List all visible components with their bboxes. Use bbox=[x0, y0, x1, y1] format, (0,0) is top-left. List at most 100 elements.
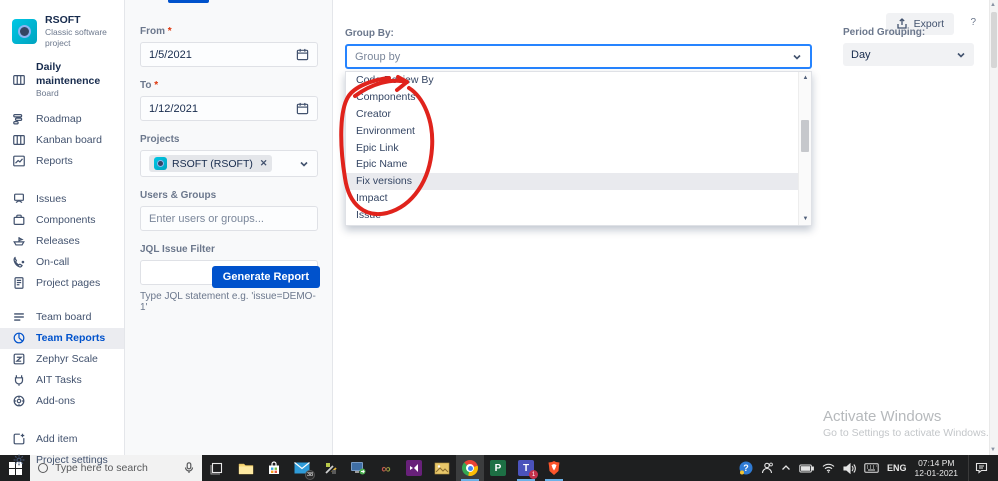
workspace: RSOFT Classic software project Daily mai… bbox=[0, 0, 998, 466]
admin-tools-icon[interactable] bbox=[316, 455, 344, 481]
gear-icon bbox=[13, 454, 25, 466]
dropdown-option[interactable]: Epic Name bbox=[346, 156, 811, 173]
projects-select[interactable]: RSOFT (RSOFT) ✕ bbox=[140, 150, 318, 177]
page-scrollbar[interactable]: ▲ ▼ bbox=[989, 0, 998, 455]
zephyr-scale-icon bbox=[13, 353, 25, 365]
sidebar-item-roadmap[interactable]: Roadmap bbox=[0, 109, 124, 130]
sidebar-item-team-reports[interactable]: Team Reports bbox=[0, 327, 124, 349]
dropdown-option[interactable]: Code Review By bbox=[346, 72, 811, 89]
mail-icon[interactable]: 38 bbox=[288, 455, 316, 481]
sidebar-item-add-ons[interactable]: Add-ons bbox=[0, 391, 124, 412]
dropdown-option[interactable]: Components bbox=[346, 89, 811, 106]
project-chip-label: RSOFT (RSOFT) bbox=[172, 157, 253, 170]
activate-windows-watermark: Activate Windows Go to Settings to activ… bbox=[823, 408, 989, 439]
sidebar-item-ait-tasks[interactable]: AIT Tasks bbox=[0, 370, 124, 391]
sidebar-item-label: Reports bbox=[36, 155, 73, 168]
dropdown-option[interactable]: Issue Type bbox=[346, 223, 811, 225]
dropdown-option[interactable]: Environment bbox=[346, 122, 811, 139]
microsoft-store-icon[interactable] bbox=[260, 455, 288, 481]
sidebar-item-on-call[interactable]: On-call bbox=[0, 252, 124, 273]
teams-icon[interactable]: T 1 bbox=[512, 455, 540, 481]
pages-icon bbox=[14, 277, 24, 289]
tray-date: 12-01-2021 bbox=[914, 468, 958, 478]
period-grouping-select[interactable]: Day bbox=[843, 43, 974, 66]
users-groups-field[interactable] bbox=[140, 206, 318, 231]
picture-icon bbox=[434, 462, 450, 474]
generate-report-button[interactable]: Generate Report bbox=[211, 266, 320, 288]
sidebar-item-project-settings[interactable]: Project settings bbox=[0, 450, 124, 471]
sidebar: RSOFT Classic software project Daily mai… bbox=[0, 0, 125, 466]
dropdown-option[interactable]: Issue bbox=[346, 206, 811, 223]
project-avatar bbox=[12, 18, 37, 44]
sidebar-item-issues[interactable]: Issues bbox=[0, 189, 124, 210]
scrollbar-thumb[interactable] bbox=[991, 12, 997, 68]
group-by-select[interactable]: Group by bbox=[345, 44, 812, 69]
sidebar-item-add-item[interactable]: Add item bbox=[0, 429, 124, 450]
sidebar-item-label: Releases bbox=[36, 235, 80, 248]
chrome-icon[interactable] bbox=[456, 455, 484, 481]
group-by-placeholder: Group by bbox=[355, 50, 401, 63]
sidebar-item-components[interactable]: Components bbox=[0, 210, 124, 231]
project-header: RSOFT Classic software project bbox=[0, 12, 124, 56]
board-icon bbox=[13, 74, 25, 85]
watermark-subtitle: Go to Settings to activate Windows. bbox=[823, 427, 989, 439]
dropdown-option-hovered[interactable]: Fix versions bbox=[346, 172, 811, 190]
battery-icon[interactable] bbox=[799, 464, 814, 473]
visual-studio-icon[interactable] bbox=[400, 455, 428, 481]
dropdown-scrollbar[interactable]: ▲ ▼ bbox=[798, 72, 811, 225]
touch-keyboard-icon[interactable] bbox=[864, 463, 879, 473]
chevron-down-icon[interactable] bbox=[299, 159, 309, 169]
photos-icon[interactable] bbox=[428, 455, 456, 481]
roadmap-icon bbox=[13, 114, 23, 125]
action-center-button[interactable] bbox=[968, 455, 994, 481]
sidebar-item-label: Components bbox=[36, 214, 96, 227]
remote-desktop-icon[interactable] bbox=[344, 455, 372, 481]
scroll-up-icon[interactable]: ▲ bbox=[989, 2, 997, 8]
volume-icon[interactable] bbox=[843, 462, 856, 474]
scroll-up-icon[interactable]: ▲ bbox=[799, 72, 811, 84]
users-groups-label: Users & Groups bbox=[140, 190, 217, 201]
users-groups-input[interactable] bbox=[149, 212, 309, 225]
sidebar-group-apps: Team board Team Reports Zephyr Scale AIT… bbox=[0, 307, 124, 412]
ms-project-icon[interactable]: P bbox=[484, 455, 512, 481]
sidebar-item-label: Issues bbox=[36, 193, 67, 206]
sidebar-item-kanban-board[interactable]: Kanban board bbox=[0, 130, 124, 151]
task-view-button[interactable] bbox=[202, 455, 232, 481]
scrollbar-thumb[interactable] bbox=[801, 120, 809, 152]
sidebar-item-project-pages[interactable]: Project pages bbox=[0, 273, 124, 294]
file-explorer-icon[interactable] bbox=[232, 455, 260, 481]
brave-icon[interactable] bbox=[540, 455, 568, 481]
infinity-app-icon[interactable]: ∞ bbox=[372, 455, 400, 481]
sidebar-item-releases[interactable]: Releases bbox=[0, 231, 124, 252]
remove-chip-icon[interactable]: ✕ bbox=[260, 158, 268, 169]
addons-icon bbox=[13, 395, 25, 407]
hidden-icons-chevron[interactable] bbox=[781, 464, 791, 472]
chevron-down-icon bbox=[957, 52, 965, 58]
calendar-icon[interactable] bbox=[296, 102, 309, 115]
jql-hint: Type JQL statement e.g. 'issue=DEMO-1' bbox=[140, 291, 316, 313]
sidebar-item-reports[interactable]: Reports bbox=[0, 151, 124, 172]
scroll-down-icon[interactable]: ▼ bbox=[799, 213, 811, 225]
calendar-icon[interactable] bbox=[296, 48, 309, 61]
from-date-field[interactable]: 1/5/2021 bbox=[140, 42, 318, 67]
language-indicator[interactable]: ENG bbox=[887, 463, 907, 473]
scroll-down-icon[interactable]: ▼ bbox=[989, 447, 997, 453]
dropdown-option[interactable]: Impact bbox=[346, 190, 811, 207]
svg-text:?: ? bbox=[743, 463, 749, 473]
dropdown-option[interactable]: Epic Link bbox=[346, 139, 811, 156]
wifi-icon[interactable] bbox=[822, 463, 835, 473]
sidebar-group-board: Roadmap Kanban board Reports bbox=[0, 109, 124, 172]
help-icon[interactable]: ? bbox=[739, 461, 753, 475]
board-switcher[interactable]: Daily maintenence Board bbox=[0, 56, 124, 104]
plug-icon bbox=[14, 375, 24, 386]
clock[interactable]: 07:14 PM 12-01-2021 bbox=[915, 458, 958, 478]
to-date-field[interactable]: 1/12/2021 bbox=[140, 96, 318, 121]
sidebar-item-team-board[interactable]: Team board bbox=[0, 307, 124, 328]
infinity-glyph: ∞ bbox=[381, 460, 391, 476]
people-icon[interactable] bbox=[761, 462, 773, 474]
microphone-icon[interactable] bbox=[184, 462, 194, 474]
dropdown-option[interactable]: Creator bbox=[346, 106, 811, 123]
sidebar-item-label: Roadmap bbox=[36, 113, 82, 126]
sidebar-item-zephyr-scale[interactable]: Zephyr Scale bbox=[0, 349, 124, 370]
teams-badge: 1 bbox=[529, 470, 538, 479]
